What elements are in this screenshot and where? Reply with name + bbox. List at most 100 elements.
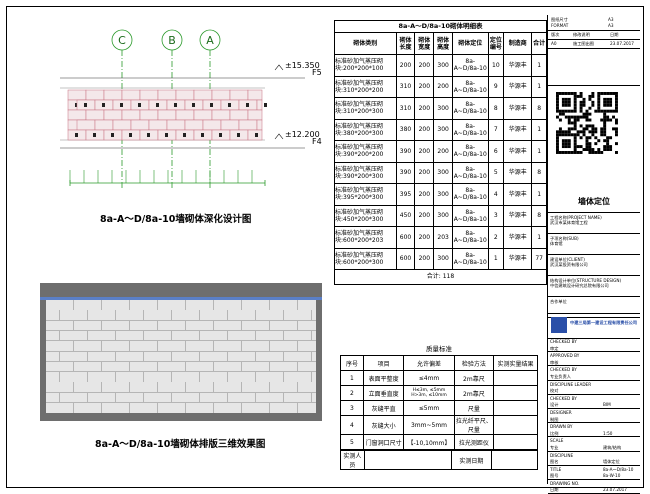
marker: [120, 103, 123, 107]
sign-value: 23.07.2017: [603, 487, 627, 493]
sign-label: CHECKED BY: [550, 367, 577, 373]
table-cell: 390: [395, 140, 416, 163]
brick: [102, 341, 130, 352]
column-header: 砌体类别: [334, 32, 397, 55]
table-cell: 灰缝大小: [362, 415, 405, 435]
format-label: 图纸尺寸: [551, 17, 568, 22]
brick-course: [46, 392, 316, 404]
sign-value: 8a-A～D/8a-10: [603, 466, 634, 472]
company-name: 中建三局第一建设工程有限责任公司: [570, 320, 638, 325]
marker: [129, 133, 132, 137]
table-cell: 77: [531, 247, 547, 270]
sign-label: 专业: [550, 444, 559, 450]
sign-label: 专业负责人: [550, 373, 571, 379]
brick: [200, 351, 228, 362]
brick-course: [46, 300, 316, 311]
table-cell: 2: [487, 226, 505, 249]
company-logo-icon: [551, 317, 567, 333]
sign-label: CHECKED BY: [550, 395, 577, 401]
brick: [186, 300, 214, 311]
brick: [116, 310, 144, 321]
brick: [74, 320, 102, 332]
quality-footer-row: 实测人员 实测日期: [340, 450, 538, 470]
table-cell: 尺量: [453, 400, 495, 416]
footer-value: [363, 450, 452, 470]
table-cell: 200: [414, 226, 435, 249]
table-cell: 8: [531, 161, 547, 184]
table-cell: 华源丰: [503, 140, 533, 163]
sign-label: SCALE: [550, 438, 564, 444]
table-cell: 300: [433, 54, 453, 77]
sign-value: 1:50: [603, 430, 613, 436]
sign-row: 制图: [548, 416, 640, 424]
table-row: 标准砂加气蒸压砌块:600*200*300 600 200 300 8a-A~D/8a-…: [334, 247, 547, 270]
table-cell: 标准砂加气蒸压砌块:600*200*300: [334, 247, 397, 270]
brick: [214, 361, 242, 373]
sign-label: 校对: [550, 388, 559, 394]
table-total: 合计: 118: [334, 270, 547, 285]
brick: [121, 109, 141, 121]
table-cell: 300: [433, 247, 453, 270]
table-cell: 华源丰: [503, 118, 533, 141]
marker: [156, 103, 159, 107]
table-cell: 600: [395, 226, 416, 249]
marker: [75, 133, 78, 137]
brick: [298, 382, 316, 393]
brick: [130, 361, 158, 373]
brick: [220, 119, 240, 131]
table-cell: 标准砂加气蒸压砌块:390*200*200: [334, 140, 397, 163]
brick-course: [46, 320, 316, 332]
drawing-title: 墙体定位: [578, 197, 610, 206]
field-value: 体育馆: [550, 241, 563, 246]
table-cell: 表面平整度: [362, 370, 405, 386]
brick: [148, 119, 168, 131]
brick: [139, 109, 159, 121]
brick: [103, 109, 123, 121]
sign-row: TITLE 8a-A～D/8a-10: [548, 466, 640, 473]
table-cell: 2m靠尺: [453, 370, 495, 386]
brick: [270, 361, 298, 373]
sign-label: 审定: [550, 345, 559, 351]
brick: [88, 372, 116, 383]
brick: [130, 403, 158, 413]
brick: [130, 119, 150, 131]
brick: [166, 119, 186, 131]
brick: [88, 351, 116, 362]
brick: [270, 403, 298, 413]
table-cell: 华源丰: [503, 183, 533, 206]
brick: [242, 361, 270, 373]
brick: [312, 330, 316, 342]
brick: [67, 109, 87, 121]
brick-course: [46, 351, 316, 362]
table-cell: 200: [414, 161, 435, 184]
column-header: 允许偏差: [403, 355, 455, 371]
table-cell: 华源丰: [503, 75, 533, 98]
brick: [60, 310, 88, 321]
marker: [174, 103, 177, 107]
table-cell: 1: [531, 183, 547, 206]
brick: [46, 300, 74, 311]
brick: [211, 109, 231, 121]
sign-row: 审核: [548, 359, 640, 367]
table-cell: 标准砂加气蒸压砌块:450*200*300: [334, 204, 397, 227]
table-cell: 立面垂直度: [362, 385, 405, 401]
sign-row: CHECKED BY: [548, 395, 640, 402]
brick: [158, 320, 186, 332]
title-field: 建设单位(CLIENT) 武汉某投资有限公司: [548, 255, 640, 276]
marker: [219, 133, 222, 137]
brick: [186, 403, 214, 413]
sign-row: DRAWING NO.: [548, 480, 640, 487]
brick: [102, 300, 130, 311]
table-cell: 200: [414, 183, 435, 206]
footer-label: 实测日期: [450, 450, 493, 470]
format-value: A3: [608, 17, 614, 22]
title-field: 结构设计单位(STRUCTURE DESIGN) 中信建筑设计研究总院有限公司: [548, 276, 640, 297]
sign-value: 建筑/结构: [603, 444, 622, 450]
brick: [298, 320, 316, 332]
rev-desc: 施工图出图: [573, 41, 594, 46]
table-title: 8a-A～D/8a-10砌体明细表: [334, 20, 547, 32]
table-row: 标准砂加气蒸压砌块:310*200*300 310 200 300 8a-A~D/8a-…: [334, 97, 547, 120]
marker: [228, 103, 231, 107]
brick: [214, 320, 242, 332]
column-header: 砌体高度: [433, 32, 453, 55]
